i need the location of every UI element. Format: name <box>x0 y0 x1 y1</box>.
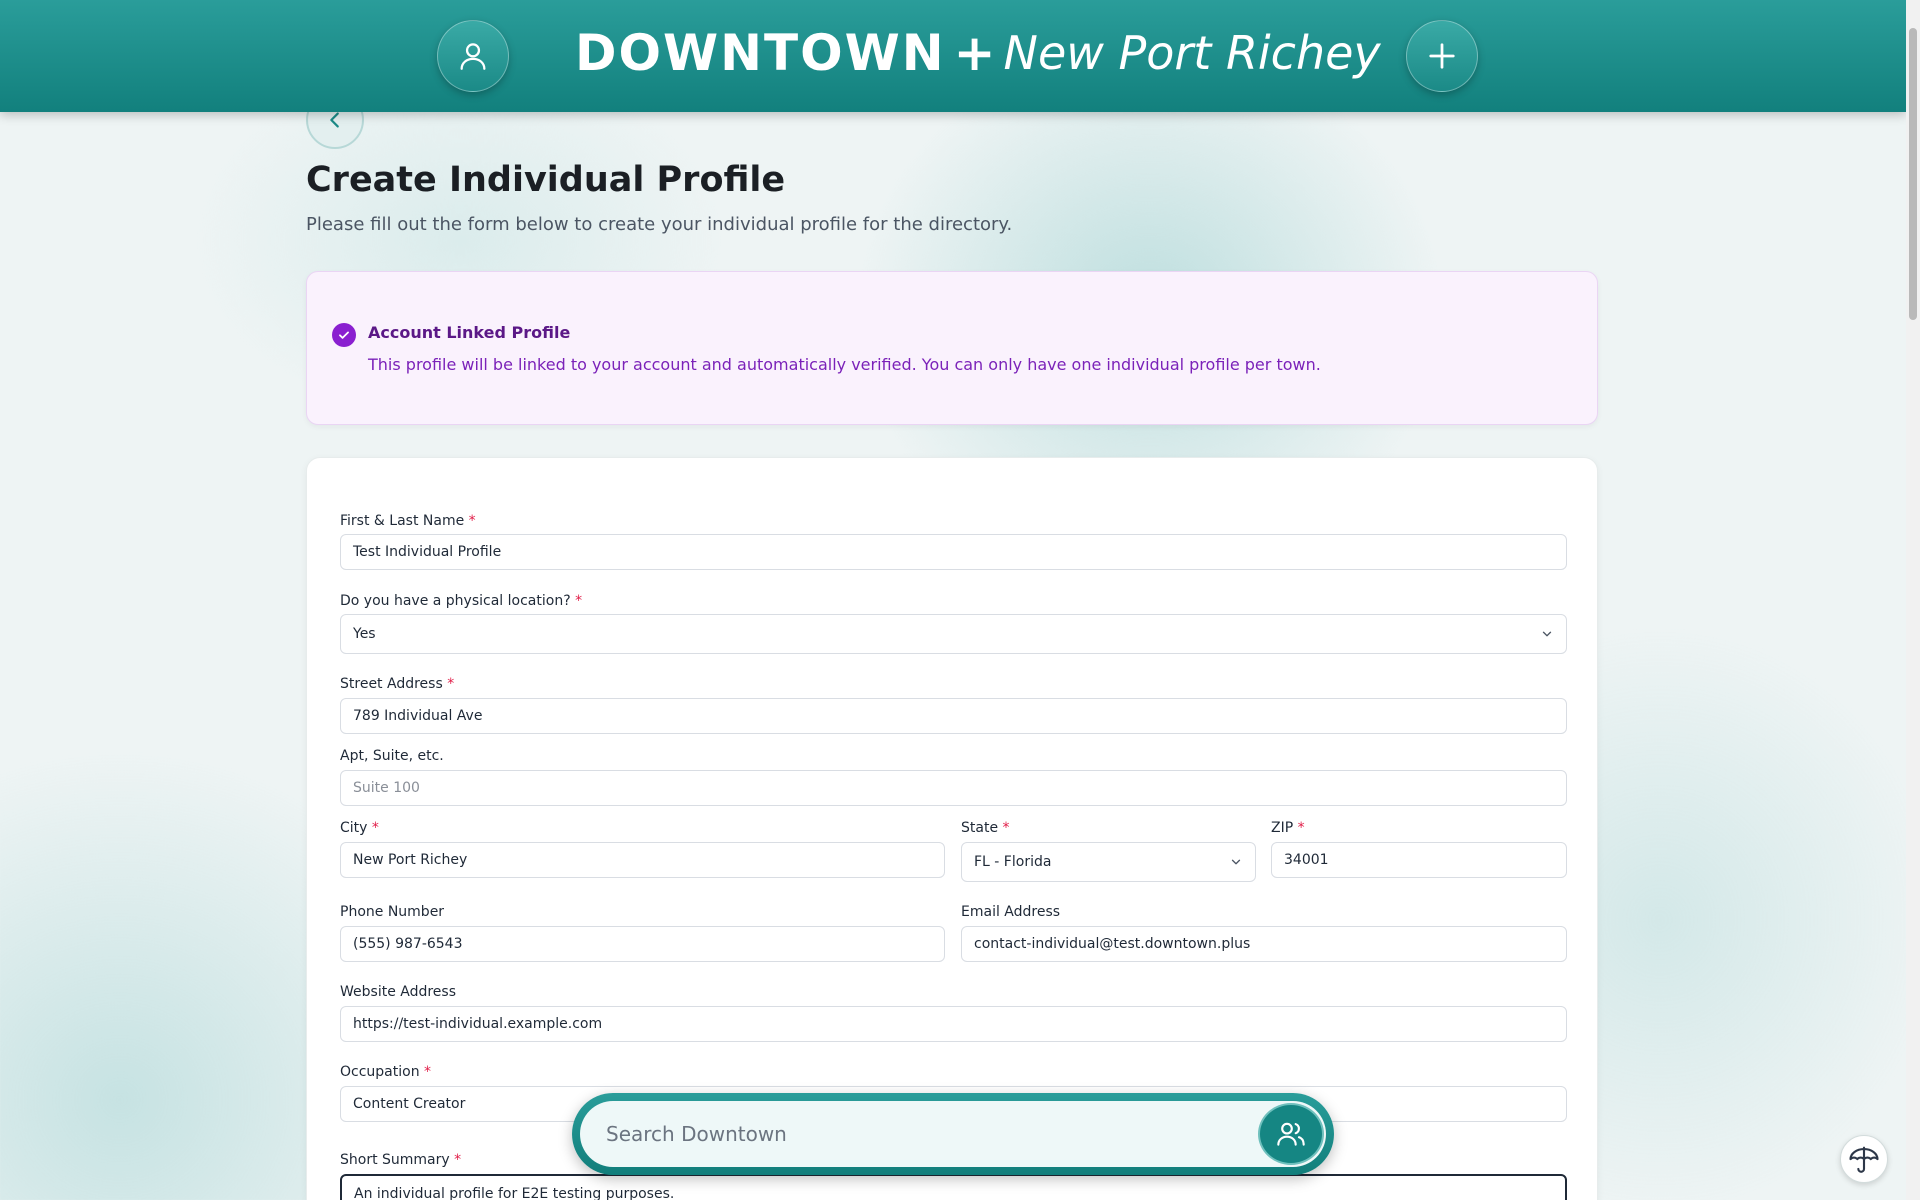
search-placeholder: Search Downtown <box>606 1122 787 1146</box>
physical-location-label: Do you have a physical location? * <box>340 593 583 609</box>
brand-plus-text: + <box>953 24 996 82</box>
plus-icon <box>1429 43 1455 69</box>
zip-value: 34001 <box>1284 852 1329 868</box>
check-circle-icon <box>332 323 356 347</box>
zip-input[interactable]: 34001 <box>1271 842 1567 878</box>
email-input[interactable]: contact-individual@test.downtown.plus <box>961 926 1567 962</box>
street-label: Street Address * <box>340 676 455 692</box>
page-title: Create Individual Profile <box>306 160 786 200</box>
brand-logo[interactable]: DOWNTOWN + New Port Richey <box>575 18 1381 88</box>
notice-title: Account Linked Profile <box>368 323 571 342</box>
chevron-down-icon <box>1540 627 1554 641</box>
apt-label: Apt, Suite, etc. <box>340 748 444 764</box>
page-subtitle: Please fill out the form below to create… <box>306 214 1013 235</box>
city-label: City * <box>340 820 379 836</box>
users-icon <box>1277 1122 1305 1146</box>
profile-button[interactable] <box>437 20 509 92</box>
search-input[interactable]: Search Downtown <box>580 1101 1326 1167</box>
city-value: New Port Richey <box>353 852 468 868</box>
profile-form: First & Last Name * Test Individual Prof… <box>306 457 1598 1200</box>
user-icon <box>460 43 486 70</box>
email-label: Email Address <box>961 904 1061 920</box>
brand-town-text: New Port Richey <box>1003 26 1381 80</box>
phone-label: Phone Number <box>340 904 445 920</box>
occupation-value: Content Creator <box>353 1096 466 1112</box>
physical-location-select[interactable]: Yes <box>340 614 1567 654</box>
summary-textarea[interactable]: An individual profile for E2E testing pu… <box>340 1174 1567 1200</box>
help-button[interactable] <box>1840 1135 1888 1183</box>
search-bar: Search Downtown <box>572 1093 1334 1175</box>
name-value: Test Individual Profile <box>353 544 502 560</box>
page-scrollbar[interactable] <box>1906 0 1920 1200</box>
chevron-down-icon <box>1229 855 1243 869</box>
street-value: 789 Individual Ave <box>353 708 483 724</box>
website-label: Website Address <box>340 984 457 1000</box>
umbrella-icon <box>1849 1146 1879 1173</box>
apt-input[interactable]: Suite 100 <box>340 770 1567 806</box>
phone-value: (555) 987-6543 <box>353 936 463 952</box>
state-label: State * <box>961 820 1010 836</box>
zip-label: ZIP * <box>1271 820 1305 836</box>
summary-label: Short Summary * <box>340 1152 462 1168</box>
top-header: DOWNTOWN + New Port Richey <box>0 0 1906 112</box>
physical-location-value: Yes <box>353 626 376 642</box>
city-input[interactable]: New Port Richey <box>340 842 945 878</box>
phone-input[interactable]: (555) 987-6543 <box>340 926 945 962</box>
brand-main-text: DOWNTOWN <box>575 24 946 82</box>
occupation-label: Occupation * <box>340 1064 432 1080</box>
summary-value: An individual profile for E2E testing pu… <box>354 1186 675 1200</box>
apt-placeholder: Suite 100 <box>353 780 420 796</box>
people-search-button[interactable] <box>1258 1103 1324 1165</box>
street-input[interactable]: 789 Individual Ave <box>340 698 1567 734</box>
scrollbar-thumb[interactable] <box>1909 28 1917 320</box>
website-input[interactable]: https://test-individual.example.com <box>340 1006 1567 1042</box>
state-value: FL - Florida <box>974 854 1052 870</box>
email-value: contact-individual@test.downtown.plus <box>974 936 1251 952</box>
website-value: https://test-individual.example.com <box>353 1016 603 1032</box>
name-input[interactable]: Test Individual Profile <box>340 534 1567 570</box>
state-select[interactable]: FL - Florida <box>961 842 1256 882</box>
notice-text: This profile will be linked to your acco… <box>368 355 1321 374</box>
account-linked-notice: Account Linked Profile This profile will… <box>306 271 1598 425</box>
chevron-left-icon <box>330 112 339 128</box>
name-label: First & Last Name * <box>340 513 476 529</box>
add-button[interactable] <box>1406 20 1478 92</box>
